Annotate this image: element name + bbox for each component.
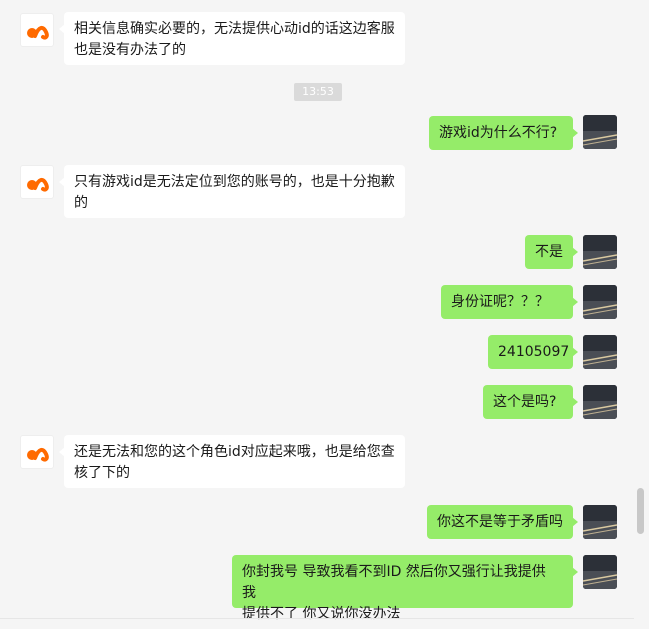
message-bubble-outgoing[interactable]: 游戏id为什么不行? [429,116,578,150]
message-bubble-outgoing[interactable]: 24105097 [488,335,578,369]
user-avatar[interactable] [583,235,617,269]
user-avatar-image [583,115,617,149]
service-logo-icon [27,447,49,462]
message-bubble-outgoing[interactable]: 这个是吗? [483,385,578,419]
scrollbar[interactable] [634,0,649,629]
message-bubble-incoming[interactable]: 只有游戏id是无法定位到您的账号的，也是十分抱歉 的 [59,165,405,218]
message-timestamp: 13:53 [294,83,342,101]
user-avatar[interactable] [583,505,617,539]
user-avatar-image [583,505,617,539]
service-logo-icon [27,25,49,40]
user-avatar[interactable] [583,385,617,419]
message-bubble-incoming[interactable]: 相关信息确实必要的，无法提供心动id的话这边客服 也是没有办法了的 [59,12,405,65]
customer-service-avatar[interactable] [20,435,54,469]
divider [0,618,634,619]
customer-service-avatar[interactable] [20,13,54,47]
customer-service-avatar[interactable] [20,165,54,199]
user-avatar-image [583,555,617,589]
user-avatar[interactable] [583,335,617,369]
message-bubble-outgoing[interactable]: 身份证呢？？？ [441,285,578,319]
user-avatar-image [583,285,617,319]
chat-area: 相关信息确实必要的，无法提供心动id的话这边客服 也是没有办法了的 13:53 … [0,0,634,629]
message-bubble-outgoing[interactable]: 不是 [525,235,578,269]
user-avatar-image [583,385,617,419]
message-bubble-outgoing[interactable]: 你封我号 导致我看不到ID 然后你又强行让我提供 我 提供不了 你又说你没办法 [232,555,578,622]
scrollbar-thumb[interactable] [637,488,644,534]
user-avatar[interactable] [583,285,617,319]
user-avatar-image [583,235,617,269]
message-bubble-incoming[interactable]: 还是无法和您的这个角色id对应起来哦，也是给您查 核了下的 [59,435,405,488]
user-avatar[interactable] [583,555,617,589]
user-avatar[interactable] [583,115,617,149]
message-bubble-outgoing[interactable]: 你这不是等于矛盾吗 [427,505,578,539]
service-logo-icon [27,177,49,192]
user-avatar-image [583,335,617,369]
